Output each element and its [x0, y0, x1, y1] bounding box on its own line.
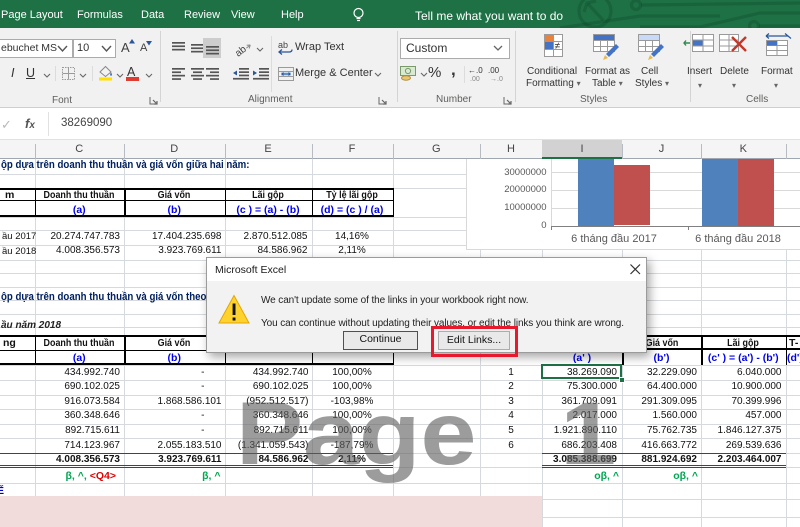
svg-text:ab: ab: [233, 44, 249, 58]
svg-text:←.0: ←.0: [468, 66, 483, 75]
svg-text:.00: .00: [488, 66, 500, 75]
svg-text:≠: ≠: [555, 41, 561, 52]
svg-text:→.0: →.0: [490, 76, 503, 82]
svg-text:.00: .00: [470, 76, 480, 82]
svg-text:ab: ab: [278, 40, 288, 50]
